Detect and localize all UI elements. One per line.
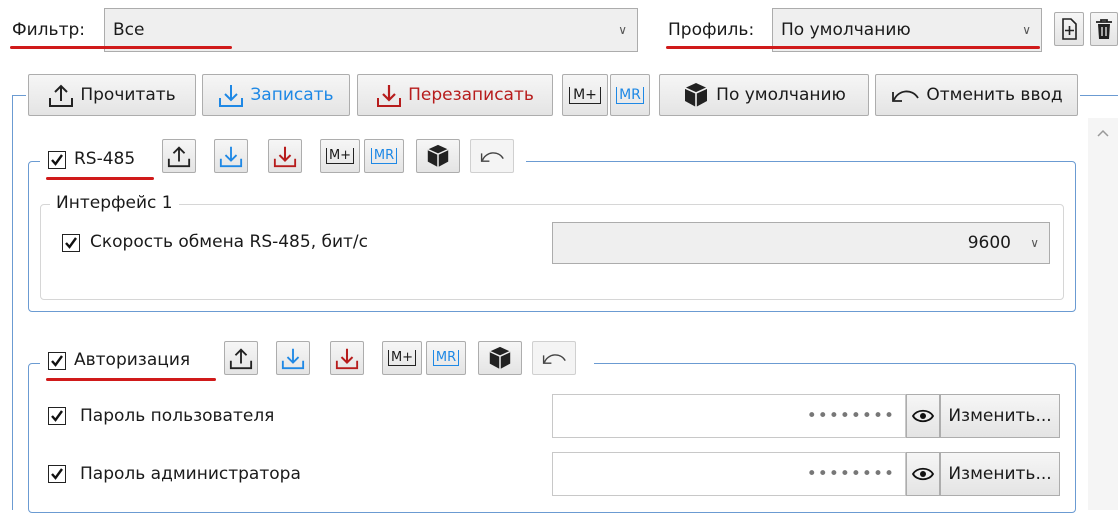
admin-password-label: Пароль администратора [80, 464, 301, 484]
scroll-up-icon[interactable] [1088, 118, 1118, 148]
download-icon [273, 146, 297, 168]
auth-title: Авторизация [74, 350, 191, 370]
download-icon [219, 146, 243, 168]
interface1-title: Интерфейс 1 [50, 193, 179, 213]
auth-undo-button[interactable] [532, 341, 576, 375]
cube-icon [427, 144, 449, 168]
rs485-checkbox[interactable] [48, 151, 66, 169]
admin-password-field[interactable]: •••••••• [552, 452, 906, 496]
highlight-underline [666, 46, 1040, 49]
cube-icon [684, 83, 708, 107]
upload-icon [229, 348, 253, 370]
filter-label: Фильтр: [12, 20, 85, 40]
undo-button[interactable]: Отменить ввод [875, 74, 1078, 116]
auth-memory-recall-button[interactable]: MR [426, 341, 466, 375]
user-password-label: Пароль пользователя [80, 406, 275, 426]
auth-memory-store-label: M+ [387, 350, 417, 366]
rs485-memory-recall-button[interactable]: MR [364, 139, 404, 173]
chevron-down-icon: ∨ [1030, 236, 1039, 250]
download-icon [335, 348, 359, 370]
download-icon [377, 85, 402, 107]
main-frame-top-right [1080, 95, 1118, 96]
eye-icon [912, 409, 934, 423]
chevron-down-icon: ∨ [618, 23, 627, 37]
rs485-memory-store-label: M+ [325, 148, 355, 164]
checkmark-icon [51, 468, 63, 480]
upload-icon [49, 84, 74, 107]
download-icon [219, 85, 244, 107]
auth-read-button[interactable] [224, 341, 258, 375]
overwrite-label: Перезаписать [408, 85, 534, 105]
auth-write-button[interactable] [276, 341, 310, 375]
trash-icon [1096, 19, 1112, 39]
auth-overwrite-button[interactable] [330, 341, 364, 375]
read-button[interactable]: Прочитать [28, 74, 196, 116]
checkmark-icon [51, 355, 63, 367]
filter-value: Все [113, 20, 145, 40]
cube-icon [489, 346, 511, 370]
baud-checkbox[interactable] [62, 234, 80, 252]
memory-store-button[interactable]: M+ [562, 74, 608, 116]
auth-memory-recall-label: MR [432, 350, 460, 366]
undo-label: Отменить ввод [926, 85, 1063, 105]
memory-recall-label: MR [616, 86, 644, 104]
upload-icon [167, 146, 191, 168]
defaults-button[interactable]: По умолчанию [659, 74, 869, 116]
auth-checkbox[interactable] [48, 352, 66, 370]
profile-value: По умолчанию [781, 20, 911, 40]
rs485-title: RS-485 [74, 149, 136, 169]
defaults-label: По умолчанию [716, 85, 846, 105]
rs485-overwrite-button[interactable] [268, 139, 302, 173]
admin-password-value: •••••••• [806, 464, 895, 484]
highlight-underline [46, 378, 216, 381]
overwrite-button[interactable]: Перезаписать [357, 74, 553, 116]
auth-memory-store-button[interactable]: M+ [382, 341, 422, 375]
profile-label: Профиль: [668, 20, 755, 40]
rs485-read-button[interactable] [162, 139, 196, 173]
user-password-show-button[interactable] [906, 394, 940, 438]
checkmark-icon [51, 410, 63, 422]
checkmark-icon [51, 154, 63, 166]
scrollbar[interactable] [1088, 118, 1118, 510]
add-profile-button[interactable] [1054, 12, 1084, 46]
baud-value: 9600 [967, 233, 1011, 253]
user-password-checkbox[interactable] [48, 407, 66, 425]
write-button[interactable]: Записать [202, 74, 350, 116]
baud-label: Скорость обмена RS-485, бит/с [90, 232, 369, 252]
eye-icon [912, 467, 934, 481]
write-label: Записать [250, 85, 334, 105]
rs485-memory-recall-label: MR [370, 148, 398, 164]
highlight-underline [46, 177, 154, 180]
auth-defaults-button[interactable] [478, 341, 522, 375]
user-password-change-button[interactable]: Изменить... [940, 394, 1060, 438]
undo-icon [542, 354, 566, 364]
highlight-underline [10, 46, 232, 49]
checkmark-icon [65, 237, 77, 249]
user-password-field[interactable]: •••••••• [552, 394, 906, 438]
read-label: Прочитать [80, 85, 176, 105]
admin-password-show-button[interactable] [906, 452, 940, 496]
undo-icon [480, 152, 504, 162]
main-frame-left [12, 95, 13, 510]
add-profile-icon [1062, 18, 1077, 40]
admin-password-change-button[interactable]: Изменить... [940, 452, 1060, 496]
download-icon [281, 348, 305, 370]
user-password-value: •••••••• [806, 406, 895, 426]
baud-select[interactable]: 9600 ∨ [552, 222, 1050, 264]
delete-profile-button[interactable] [1090, 12, 1118, 46]
chevron-down-icon: ∨ [1022, 23, 1031, 37]
rs485-write-button[interactable] [214, 139, 248, 173]
memory-recall-button[interactable]: MR [610, 74, 650, 116]
rs485-memory-store-button[interactable]: M+ [320, 139, 360, 173]
undo-icon [892, 90, 920, 102]
rs485-defaults-button[interactable] [416, 139, 460, 173]
rs485-undo-button[interactable] [470, 139, 514, 173]
main-frame-top-left [12, 95, 26, 96]
memory-store-label: M+ [569, 86, 601, 104]
admin-password-checkbox[interactable] [48, 465, 66, 483]
